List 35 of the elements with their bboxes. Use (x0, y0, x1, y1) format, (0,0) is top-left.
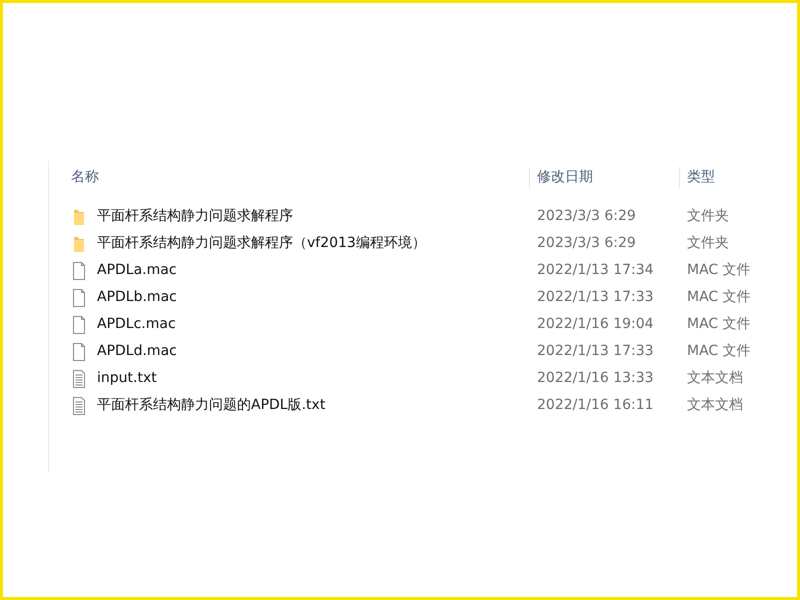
text-document-icon (71, 396, 87, 414)
date-modified: 2023/3/3 6:29 (537, 235, 636, 251)
file-name[interactable]: APDLa.mac (97, 260, 177, 281)
file-type: 文本文档 (687, 370, 743, 386)
folder-icon (71, 234, 87, 252)
document-icon (71, 342, 87, 360)
file-type: MAC 文件 (687, 343, 751, 359)
file-name[interactable]: APDLc.mac (97, 314, 176, 335)
date-modified: 2022/1/16 16:11 (537, 397, 654, 413)
file-name[interactable]: 平面杆系结构静力问题求解程序（vf2013编程环境） (97, 233, 426, 254)
file-type: 文件夹 (687, 208, 729, 224)
document-icon (71, 262, 87, 280)
date-modified: 2022/1/13 17:33 (537, 343, 654, 359)
date-modified: 2022/1/16 13:33 (537, 370, 654, 386)
file-type: MAC 文件 (687, 262, 751, 278)
date-modified: 2022/1/13 17:34 (537, 262, 654, 278)
date-modified: 2022/1/16 19:04 (537, 316, 654, 332)
file-type: MAC 文件 (687, 289, 751, 305)
document-icon (71, 316, 87, 334)
column-header[interactable]: 修改日期 (537, 168, 593, 184)
date-modified: 2022/1/13 17:33 (537, 289, 654, 305)
file-type: 文本文档 (687, 397, 743, 413)
file-type: MAC 文件 (687, 316, 751, 332)
file-name[interactable]: input.txt (97, 368, 157, 389)
file-name[interactable]: APDLd.mac (97, 341, 177, 362)
document-icon (71, 288, 87, 306)
file-name[interactable]: 平面杆系结构静力问题的APDL版.txt (97, 395, 326, 416)
text-document-icon (71, 370, 87, 388)
file-name[interactable]: 平面杆系结构静力问题求解程序 (97, 206, 293, 227)
folder-icon (71, 208, 87, 226)
file-type: 文件夹 (687, 235, 729, 251)
column-header[interactable]: 名称 (71, 168, 99, 184)
file-name[interactable]: APDLb.mac (97, 287, 177, 308)
column-header[interactable]: 类型 (687, 168, 715, 184)
date-modified: 2023/3/3 6:29 (537, 208, 636, 224)
